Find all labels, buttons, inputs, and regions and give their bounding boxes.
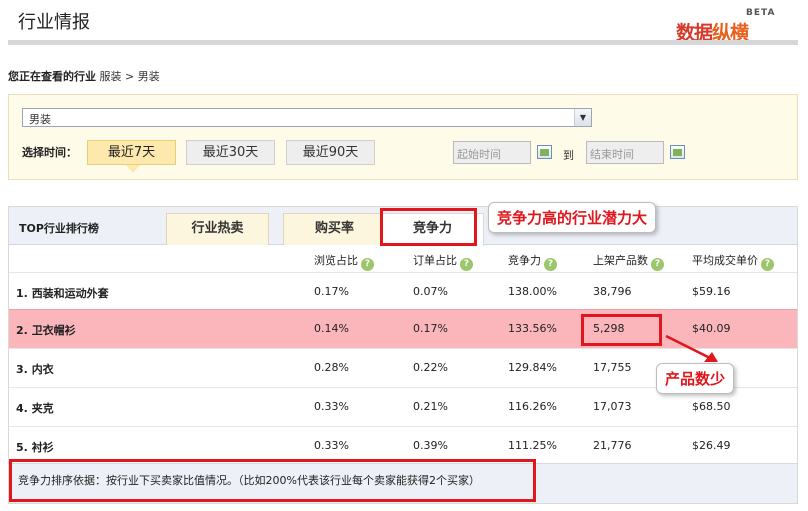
- row-name[interactable]: 1. 西装和运动外套: [16, 285, 109, 301]
- cell-browse: 0.33%: [314, 400, 349, 413]
- col-header-avg-price: 平均成交单价?: [692, 252, 774, 271]
- cell-browse: 0.14%: [314, 322, 349, 335]
- start-date-input[interactable]: 起始时间: [453, 141, 531, 164]
- cell-competitiveness: 111.25%: [508, 439, 557, 452]
- time-button-7days[interactable]: 最近7天: [87, 140, 176, 173]
- col-header-competitiveness: 竞争力?: [508, 252, 557, 271]
- help-icon[interactable]: ?: [460, 258, 473, 271]
- cell-competitiveness: 129.84%: [508, 361, 557, 374]
- cell-listed: 21,776: [593, 439, 632, 452]
- cell-order: 0.39%: [413, 439, 448, 452]
- calendar-icon[interactable]: [537, 145, 552, 159]
- cell-avg-price: $26.49: [692, 439, 731, 452]
- help-icon[interactable]: ?: [761, 258, 774, 271]
- filter-panel: 男装 ▼ 选择时间： 最近7天 最近30天 最近90天 起始时间 到 结束时间: [8, 94, 798, 180]
- calendar-icon[interactable]: [670, 145, 685, 159]
- cell-browse: 0.28%: [314, 361, 349, 374]
- brand-logo[interactable]: 数据纵横 BETA: [676, 6, 786, 44]
- callout-competitiveness: 竞争力高的行业潜力大: [488, 202, 657, 233]
- cell-avg-price: $68.50: [692, 400, 731, 413]
- row-name[interactable]: 5. 衬衫: [16, 439, 54, 455]
- time-button-90days[interactable]: 最近90天: [286, 140, 375, 165]
- annotation-box-note: [9, 459, 536, 502]
- ranking-title: TOP行业排行榜: [19, 222, 99, 235]
- help-icon[interactable]: ?: [361, 258, 374, 271]
- time-button-30days[interactable]: 最近30天: [186, 140, 275, 165]
- tab-hot-sale[interactable]: 行业热卖: [166, 213, 269, 245]
- breadcrumb-lead: 您正在查看的行业: [8, 70, 96, 83]
- help-icon[interactable]: ?: [651, 258, 664, 271]
- cell-listed: 17,073: [593, 400, 632, 413]
- breadcrumb: 您正在查看的行业 服装 > 男装: [8, 68, 160, 84]
- category-select[interactable]: 男装 ▼: [22, 108, 592, 127]
- annotation-box-listed: [581, 314, 662, 346]
- row-name[interactable]: 3. 内衣: [16, 361, 54, 377]
- tab-purchase-rate[interactable]: 购买率: [283, 213, 386, 245]
- cell-competitiveness: 138.00%: [508, 285, 557, 298]
- col-header-browse: 浏览占比?: [314, 252, 374, 271]
- cell-order: 0.07%: [413, 285, 448, 298]
- cell-competitiveness: 133.56%: [508, 322, 557, 335]
- table-row[interactable]: 1. 西装和运动外套 0.17% 0.07% 138.00% 38,796 $5…: [9, 272, 797, 311]
- beta-badge: BETA: [746, 8, 776, 18]
- chevron-down-icon[interactable]: ▼: [574, 109, 591, 126]
- help-icon[interactable]: ?: [544, 258, 557, 271]
- row-name[interactable]: 2. 卫衣帽衫: [16, 322, 76, 338]
- arrow-icon: [665, 334, 718, 362]
- cell-browse: 0.33%: [314, 439, 349, 452]
- cell-competitiveness: 116.26%: [508, 400, 557, 413]
- header-divider: [8, 40, 798, 45]
- page-title: 行业情报: [18, 12, 90, 33]
- to-label: 到: [563, 149, 574, 162]
- cell-order: 0.17%: [413, 322, 448, 335]
- cell-order: 0.21%: [413, 400, 448, 413]
- cell-avg-price: $59.16: [692, 285, 731, 298]
- cell-listed: 38,796: [593, 285, 632, 298]
- category-select-value: 男装: [29, 113, 51, 126]
- cell-browse: 0.17%: [314, 285, 349, 298]
- cell-order: 0.22%: [413, 361, 448, 374]
- row-name[interactable]: 4. 夹克: [16, 400, 54, 416]
- annotation-box-tab: [380, 208, 477, 246]
- cell-listed: 17,755: [593, 361, 632, 374]
- end-date-input[interactable]: 结束时间: [586, 141, 664, 164]
- breadcrumb-path[interactable]: 服装 > 男装: [100, 70, 160, 83]
- col-header-order: 订单占比?: [413, 252, 473, 271]
- col-header-listed: 上架产品数?: [593, 252, 664, 271]
- time-label: 选择时间：: [22, 146, 77, 159]
